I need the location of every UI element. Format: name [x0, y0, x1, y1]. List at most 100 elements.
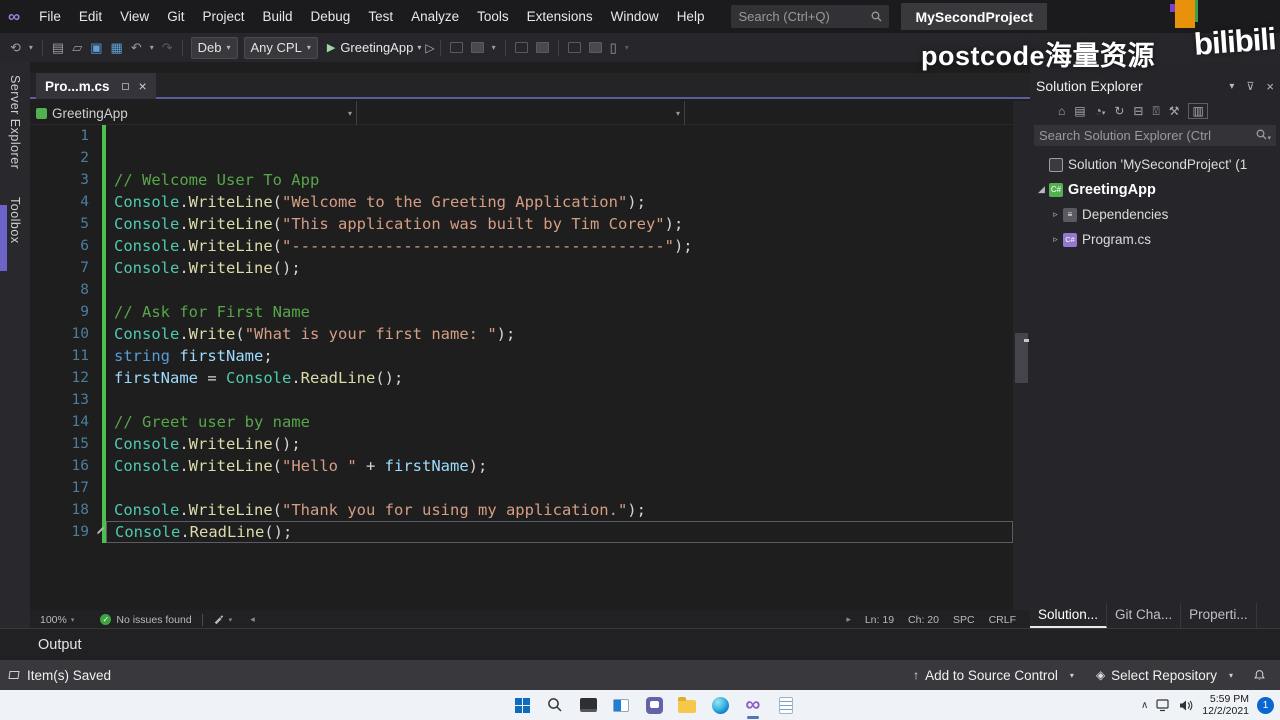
code-line-1[interactable]: 1	[30, 125, 1030, 147]
start-button[interactable]	[510, 693, 534, 717]
code-text[interactable]: firstName = Console.ReadLine();	[106, 367, 1013, 389]
code-text[interactable]: Console.WriteLine("This application was …	[106, 213, 1013, 235]
menu-item-build[interactable]: Build	[253, 9, 301, 24]
select-repository-button[interactable]: Select Repository	[1111, 668, 1217, 683]
show-all-files-icon[interactable]: ⍔	[1152, 104, 1159, 119]
code-line-12[interactable]: 12 firstName = Console.ReadLine();	[30, 367, 1030, 389]
code-text[interactable]	[106, 147, 1013, 169]
line-number[interactable]: 10	[30, 323, 96, 345]
properties-icon[interactable]: ⚒	[1169, 104, 1180, 118]
breadcrumb-type-dropdown[interactable]: ▾	[357, 101, 685, 125]
menu-item-extensions[interactable]: Extensions	[518, 9, 602, 24]
code-text[interactable]	[106, 125, 1013, 147]
chevron-down-icon[interactable]: ▾	[71, 616, 75, 624]
home-icon[interactable]: ⌂	[1058, 104, 1065, 118]
undo-caret-icon[interactable]: ▾	[150, 43, 154, 52]
code-lines[interactable]: 1 2 3// Welcome User To App 4 Console.WriteL…	[30, 125, 1030, 610]
account-avatar[interactable]	[1170, 0, 1200, 29]
quick-search-box[interactable]: Search (Ctrl+Q)	[731, 5, 890, 28]
code-text[interactable]: string firstName;	[106, 345, 1013, 367]
code-text[interactable]: Console.WriteLine("Hello " + firstName);	[106, 455, 1013, 477]
line-number[interactable]: 7	[30, 257, 96, 279]
start-without-debugging-icon[interactable]: ▷	[425, 41, 434, 55]
line-number[interactable]: 11	[30, 345, 96, 367]
code-text[interactable]: Console.Write("What is your first name: …	[106, 323, 1013, 345]
code-line-16[interactable]: 16 Console.WriteLine("Hello " + firstName…	[30, 455, 1030, 477]
open-file-icon[interactable]: ▱	[72, 40, 82, 56]
server-explorer-tab[interactable]: Server Explorer	[8, 75, 22, 169]
collapse-arrow-icon[interactable]: ◢	[1036, 184, 1047, 195]
code-line-9[interactable]: 9 // Ask for First Name	[30, 301, 1030, 323]
code-text[interactable]: Console.WriteLine();	[106, 433, 1013, 455]
solution-name-badge[interactable]: MySecondProject	[901, 3, 1047, 30]
line-number[interactable]: 19	[30, 521, 105, 543]
space-mode-indicator[interactable]: SPC	[953, 614, 975, 626]
menu-item-debug[interactable]: Debug	[302, 9, 360, 24]
chevron-down-icon[interactable]: ▾	[1070, 671, 1074, 680]
outdent-icon[interactable]	[588, 42, 602, 53]
configuration-dropdown[interactable]: Deb ▾	[190, 36, 238, 59]
code-line-3[interactable]: 3 // Welcome User To App	[30, 169, 1030, 191]
column-indicator[interactable]: Ch: 20	[908, 614, 939, 626]
code-line-5[interactable]: 5 Console.WriteLine("This application was…	[30, 213, 1030, 235]
code-line-14[interactable]: 14 // Greet user by name	[30, 411, 1030, 433]
step-over-icon[interactable]	[535, 42, 549, 53]
menu-item-view[interactable]: View	[111, 9, 158, 24]
expand-arrow-icon[interactable]: ▹	[1050, 234, 1061, 245]
dark-app-button[interactable]	[576, 693, 600, 717]
task-view-button[interactable]	[609, 693, 633, 717]
line-number[interactable]: 6	[30, 235, 96, 257]
bookmark-icon[interactable]: ▯	[610, 40, 617, 56]
notepad-button[interactable]	[774, 693, 798, 717]
tool-tab-gitcha[interactable]: Git Cha...	[1107, 603, 1182, 628]
code-line-18[interactable]: 18 Console.WriteLine("Thank you for using…	[30, 499, 1030, 521]
tree-item-greetingapp[interactable]: ◢ C# GreetingApp	[1030, 177, 1280, 202]
menu-item-help[interactable]: Help	[668, 9, 714, 24]
vertical-scrollbar[interactable]	[1013, 101, 1030, 610]
line-number[interactable]: 16	[30, 455, 96, 477]
save-icon[interactable]: ▣	[90, 40, 102, 56]
line-number[interactable]: 3	[30, 169, 96, 191]
code-line-15[interactable]: 15 Console.WriteLine();	[30, 433, 1030, 455]
document-tab-program-cs[interactable]: Pro...m.cs ×	[36, 73, 156, 99]
line-number[interactable]: 8	[30, 279, 96, 301]
code-text[interactable]: Console.WriteLine("Welcome to the Greeti…	[106, 191, 1013, 213]
code-line-17[interactable]: 17	[30, 477, 1030, 499]
redo-icon[interactable]: ↷	[162, 40, 173, 56]
code-text[interactable]: Console.WriteLine();	[106, 257, 1013, 279]
code-line-6[interactable]: 6 Console.WriteLine("--------------------…	[30, 235, 1030, 257]
menu-item-analyze[interactable]: Analyze	[402, 9, 468, 24]
collapse-all-icon[interactable]: ⊟	[1133, 104, 1143, 118]
clock[interactable]: 5:59 PM 12/2/2021	[1202, 693, 1249, 717]
tree-item-program-cs[interactable]: ▹ C# Program.cs	[1030, 227, 1280, 252]
output-panel[interactable]: Output	[0, 628, 1280, 660]
navigate-caret-icon[interactable]: ▾	[29, 43, 33, 52]
code-text[interactable]: // Ask for First Name	[106, 301, 1013, 323]
solution-explorer-search-box[interactable]: Search Solution Explorer (Ctrl ▾	[1034, 125, 1276, 146]
preview-selected-items-icon[interactable]: ▥	[1188, 103, 1208, 119]
step-into-icon[interactable]	[514, 42, 528, 53]
expand-arrow-icon[interactable]: ▹	[1050, 209, 1061, 220]
menu-item-project[interactable]: Project	[193, 9, 253, 24]
line-number[interactable]: 18	[30, 499, 96, 521]
code-line-2[interactable]: 2	[30, 147, 1030, 169]
add-to-source-control-button[interactable]: Add to Source Control	[925, 668, 1058, 683]
code-text[interactable]	[106, 279, 1013, 301]
code-text[interactable]: // Welcome User To App	[106, 169, 1013, 191]
scroll-left-icon[interactable]: ◂	[250, 614, 255, 625]
chevron-down-icon[interactable]: ▾	[229, 616, 233, 624]
code-line-8[interactable]: 8	[30, 279, 1030, 301]
menu-item-window[interactable]: Window	[602, 9, 668, 24]
notification-count-badge[interactable]: 1	[1257, 696, 1274, 714]
code-line-13[interactable]: 13	[30, 389, 1030, 411]
code-line-10[interactable]: 10 Console.Write("What is your first name…	[30, 323, 1030, 345]
code-text[interactable]	[106, 389, 1013, 411]
code-line-7[interactable]: 7 Console.WriteLine();	[30, 257, 1030, 279]
code-text[interactable]: Console.ReadLine();	[106, 521, 1013, 543]
code-line-11[interactable]: 11 string firstName;	[30, 345, 1030, 367]
chevron-down-icon[interactable]: ▾	[492, 43, 496, 52]
line-ending-indicator[interactable]: CRLF	[989, 614, 1016, 626]
chevron-down-icon[interactable]: ▾	[1229, 671, 1233, 680]
close-icon[interactable]: ×	[139, 78, 147, 94]
code-text[interactable]: Console.WriteLine("Thank you for using m…	[106, 499, 1013, 521]
